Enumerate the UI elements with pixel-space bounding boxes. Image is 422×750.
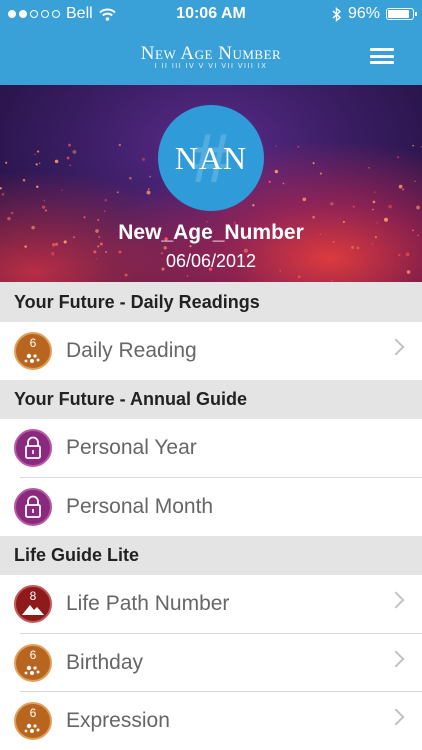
battery-percentage: 96% <box>347 5 380 22</box>
chevron-right-icon <box>387 650 405 668</box>
hamburger-menu-icon[interactable] <box>370 48 394 64</box>
number-six-icon: 6 <box>14 332 52 370</box>
lock-icon <box>14 429 52 467</box>
chevron-right-icon <box>387 338 405 356</box>
list-item-label: Life Path Number <box>66 592 230 615</box>
profile-username: New_Age_Number <box>118 221 304 244</box>
profile-date: 06/06/2012 <box>165 251 257 271</box>
avatar-logo-text: NAN <box>174 139 248 176</box>
chevron-right-icon <box>387 591 405 609</box>
number-six-icon: 6 <box>14 702 52 740</box>
profile-avatar: # NAN <box>158 105 264 211</box>
list-item-label: Daily Reading <box>66 339 197 362</box>
profile-hero: # NAN New_Age_Number 06/06/2012 <box>0 85 422 282</box>
bluetooth-icon <box>332 6 342 22</box>
battery-icon <box>386 8 417 20</box>
list-item-birthday[interactable]: 6 Birthday <box>0 634 422 692</box>
top-bar: Bell 10:06 AM 96% New Age Number I II II… <box>0 0 422 85</box>
section-header-daily-readings: Your Future - Daily Readings <box>0 282 422 322</box>
brand-name: New Age Number <box>140 43 282 64</box>
section-header-life-guide-lite: Life Guide Lite <box>0 536 422 575</box>
list-item-life-path-number[interactable]: 8 Life Path Number <box>0 575 422 633</box>
lock-icon <box>14 488 52 526</box>
list-item-daily-reading[interactable]: 6 Daily Reading <box>0 322 422 380</box>
list-item-label: Expression <box>66 709 170 732</box>
number-eight-icon: 8 <box>14 585 52 623</box>
list-item-personal-year[interactable]: Personal Year <box>0 419 422 477</box>
chevron-right-icon <box>387 708 405 726</box>
list-item-label: Personal Month <box>66 495 214 518</box>
list-item-expression[interactable]: 6 Expression <box>0 692 422 750</box>
section-header-annual-guide: Your Future - Annual Guide <box>0 380 422 419</box>
brand-logo: New Age Number I II III IV V VI VII VIII… <box>0 43 422 70</box>
status-bar: Bell 10:06 AM 96% <box>0 0 422 30</box>
number-six-icon: 6 <box>14 644 52 682</box>
list-item-label: Birthday <box>66 651 144 674</box>
list-item-label: Personal Year <box>66 436 197 459</box>
brand-subtitle: I II III IV V VI VII VIII IX <box>154 63 268 70</box>
list-item-personal-month[interactable]: Personal Month <box>0 478 422 536</box>
